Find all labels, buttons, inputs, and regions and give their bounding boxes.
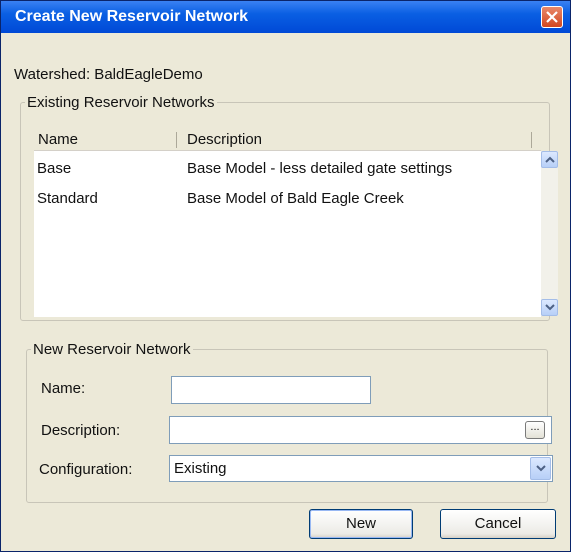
description-label: Description: <box>41 422 121 439</box>
table-row[interactable]: Base Base Model - less detailed gate set… <box>34 157 539 181</box>
configuration-value: Existing <box>174 460 227 477</box>
arrow-down-icon <box>545 304 555 311</box>
close-button[interactable] <box>541 6 563 28</box>
column-header-name[interactable]: Name <box>38 131 78 148</box>
dropdown-button[interactable] <box>530 457 551 480</box>
table-header: Name Description <box>34 130 541 151</box>
column-header-description[interactable]: Description <box>187 131 262 148</box>
window-title: Create New Reservoir Network <box>15 8 248 25</box>
new-network-group-label: New Reservoir Network <box>33 341 191 358</box>
row-description: Base Model - less detailed gate settings <box>187 160 453 177</box>
description-input[interactable] <box>169 416 552 444</box>
scroll-up-button[interactable] <box>541 151 558 168</box>
cancel-button[interactable]: Cancel <box>440 509 556 539</box>
close-icon <box>546 11 558 23</box>
existing-networks-table[interactable]: Name Description Base Base Model - less … <box>34 130 541 317</box>
watershed-label: Watershed: BaldEagleDemo <box>14 66 203 83</box>
row-description: Base Model of Bald Eagle Creek <box>187 190 404 207</box>
table-row[interactable]: Standard Base Model of Bald Eagle Creek <box>34 187 539 211</box>
scroll-down-button[interactable] <box>541 299 558 316</box>
chevron-down-icon <box>536 465 546 472</box>
arrow-up-icon <box>545 156 555 163</box>
new-button[interactable]: New <box>309 509 413 539</box>
title-bar[interactable]: Create New Reservoir Network <box>1 1 570 33</box>
column-divider[interactable] <box>531 132 532 148</box>
name-label: Name: <box>41 380 86 397</box>
name-input[interactable] <box>171 376 371 404</box>
existing-networks-group-label: Existing Reservoir Networks <box>27 94 215 111</box>
configuration-select[interactable]: Existing <box>169 455 553 482</box>
dialog-window: Create New Reservoir Network Watershed: … <box>0 0 571 552</box>
browse-button[interactable]: ... <box>525 421 545 439</box>
row-name: Base <box>37 160 72 177</box>
configuration-label: Configuration: <box>39 461 133 478</box>
row-name: Standard <box>37 190 98 207</box>
column-divider[interactable] <box>176 132 177 148</box>
vertical-scrollbar[interactable] <box>541 151 558 316</box>
